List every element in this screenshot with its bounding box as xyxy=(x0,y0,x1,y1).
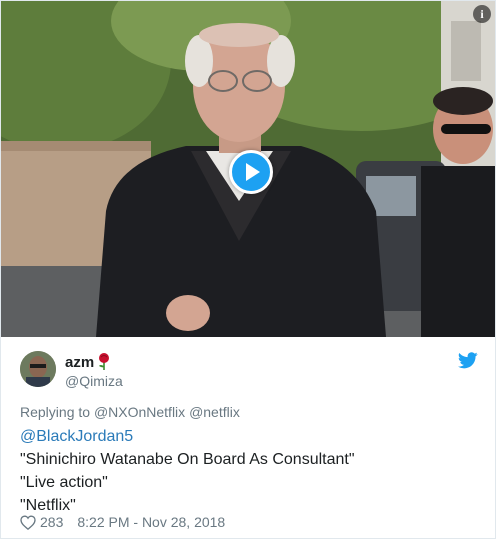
rose-icon xyxy=(99,353,110,370)
replying-to-line: Replying to @NXOnNetflix @netflix xyxy=(20,404,240,420)
play-button[interactable] xyxy=(229,150,273,194)
tweet-footer: 283 8:22 PM - Nov 28, 2018 xyxy=(20,514,225,530)
reply-mention-nxonnetflix[interactable]: @NXOnNetflix xyxy=(94,404,185,420)
twitter-bird-icon[interactable] xyxy=(458,352,478,369)
info-icon[interactable]: i xyxy=(473,5,491,23)
author-name-row[interactable]: azm xyxy=(65,353,111,371)
avatar-image xyxy=(20,351,56,387)
tweet-mention-blackjordan5[interactable]: @BlackJordan5 xyxy=(20,425,355,448)
author-display-name[interactable]: azm xyxy=(65,354,94,371)
author-handle[interactable]: @Qimiza xyxy=(65,373,123,389)
replying-to-label: Replying to xyxy=(20,404,91,420)
tweet-text-line: "Live action" xyxy=(20,474,108,491)
play-icon xyxy=(246,163,260,181)
embedded-tweet-card: i azm @Qimiza Replying to @NXOnNetflix @… xyxy=(0,0,496,539)
tweet-timestamp[interactable]: 8:22 PM - Nov 28, 2018 xyxy=(77,514,225,530)
tweet-text: @BlackJordan5 "Shinichiro Watanabe On Bo… xyxy=(20,425,355,517)
tweet-text-line: "Shinichiro Watanabe On Board As Consult… xyxy=(20,451,355,468)
heart-icon[interactable] xyxy=(20,514,36,530)
reply-mention-netflix[interactable]: @netflix xyxy=(189,404,240,420)
video-thumbnail[interactable]: i xyxy=(1,1,495,337)
avatar[interactable] xyxy=(20,351,56,387)
like-count[interactable]: 283 xyxy=(40,514,63,530)
